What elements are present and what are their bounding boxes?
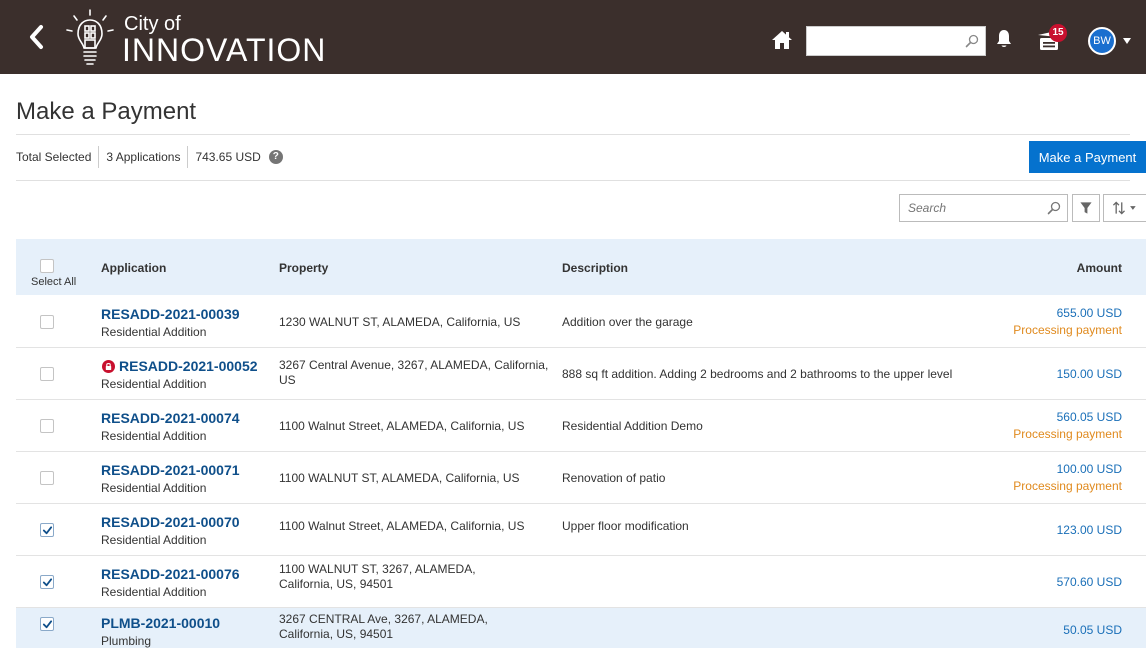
property-address: 1100 WALNUT ST, 3267, ALAMEDA, Californi… <box>279 562 476 591</box>
help-icon[interactable]: ? <box>268 150 283 164</box>
summary-label: Total Selected <box>16 150 92 164</box>
row-checkbox[interactable] <box>40 471 54 485</box>
table-row[interactable]: RESADD-2021-00039 Residential Addition 1… <box>16 296 1146 348</box>
summary-total: 743.65 USD <box>195 150 261 164</box>
logo-text-large: INNOVATION <box>122 32 327 68</box>
search-icon[interactable] <box>1047 201 1061 215</box>
sort-icon <box>1112 201 1136 215</box>
property-address: 1100 Walnut Street, ALAMEDA, California,… <box>279 519 525 533</box>
application-type: Residential Addition <box>101 377 207 391</box>
application-link[interactable]: RESADD-2021-00071 <box>101 462 240 478</box>
checkmark-icon <box>42 578 53 587</box>
amount-value: 655.00 USD <box>1056 306 1122 320</box>
select-all-checkbox[interactable] <box>40 259 54 273</box>
property-address: 1100 Walnut Street, ALAMEDA, California,… <box>279 419 525 433</box>
table-search-field[interactable] <box>899 194 1068 222</box>
app-header: City of INNOVATION 15 BW <box>0 0 1146 74</box>
amount-value: 150.00 USD <box>1056 367 1122 381</box>
header-search-field[interactable] <box>806 26 986 56</box>
row-checkbox[interactable] <box>40 315 54 329</box>
property-address: 3267 CENTRAL Ave, 3267, ALAMEDA, Califor… <box>279 612 488 641</box>
table-row[interactable]: RESADD-2021-00071 Residential Addition 1… <box>16 452 1146 504</box>
application-link[interactable]: RESADD-2021-00052 <box>119 358 258 374</box>
application-link[interactable]: PLMB-2021-00010 <box>101 615 220 631</box>
bell-icon[interactable] <box>996 29 1012 49</box>
payment-summary: Total Selected 3 Applications 743.65 USD… <box>16 146 283 168</box>
select-all-label: Select All <box>31 276 77 288</box>
application-link[interactable]: RESADD-2021-00074 <box>101 410 240 426</box>
filter-icon <box>1080 202 1092 214</box>
application-type: Residential Addition <box>101 429 207 443</box>
row-checkbox-checked[interactable] <box>40 523 54 537</box>
application-description: 888 sq ft addition. Adding 2 bedrooms an… <box>562 367 953 381</box>
divider <box>16 180 1130 181</box>
home-icon[interactable] <box>771 30 793 50</box>
application-link[interactable]: RESADD-2021-00039 <box>101 306 240 322</box>
payment-status: Processing payment <box>1013 479 1122 493</box>
application-type: Residential Addition <box>101 585 207 599</box>
cart-count-badge: 15 <box>1049 24 1067 42</box>
back-chevron-icon[interactable] <box>26 24 48 50</box>
table-row[interactable]: RESADD-2021-00070 Residential Addition 1… <box>16 504 1146 556</box>
table-header: Select All Application Property Descript… <box>16 239 1146 295</box>
application-type: Plumbing <box>101 634 152 648</box>
property-address: 1100 WALNUT ST, ALAMEDA, California, US <box>279 471 520 485</box>
application-type: Residential Addition <box>101 325 207 339</box>
application-link[interactable]: RESADD-2021-00076 <box>101 566 240 582</box>
table-row[interactable]: RESADD-2021-00074 Residential Addition 1… <box>16 400 1146 452</box>
payment-status: Processing payment <box>1013 427 1122 441</box>
table-row[interactable]: RESADD-2021-00076 Residential Addition 1… <box>16 556 1146 608</box>
amount-value: 560.05 USD <box>1056 410 1122 424</box>
divider <box>16 134 1130 135</box>
lightbulb-logo-icon <box>66 9 114 65</box>
column-header-property[interactable]: Property <box>279 261 328 275</box>
column-header-description[interactable]: Description <box>562 261 628 275</box>
header-search-input[interactable] <box>807 27 957 55</box>
property-address: 3267 Central Avenue, 3267, ALAMEDA, Cali… <box>279 358 549 387</box>
application-description: Renovation of patio <box>562 471 666 485</box>
sort-button[interactable] <box>1103 194 1146 222</box>
row-checkbox[interactable] <box>40 367 54 381</box>
application-link[interactable]: RESADD-2021-00070 <box>101 514 240 530</box>
payment-status: Processing payment <box>1013 323 1122 337</box>
amount-value: 100.00 USD <box>1056 462 1122 476</box>
column-header-application[interactable]: Application <box>101 261 166 275</box>
filter-button[interactable] <box>1072 194 1100 222</box>
amount-value: 570.60 USD <box>1056 575 1122 589</box>
search-icon[interactable] <box>965 34 979 48</box>
table-row-selected[interactable]: PLMB-2021-00010 Plumbing 3267 CENTRAL Av… <box>16 608 1146 648</box>
amount-value: 50.05 USD <box>1063 623 1122 637</box>
application-description: Upper floor modification <box>562 519 689 533</box>
summary-applications: 3 Applications <box>106 150 181 164</box>
row-checkbox-checked[interactable] <box>40 575 54 589</box>
page-title: Make a Payment <box>16 98 197 125</box>
summary-separator <box>187 146 189 168</box>
table-row[interactable]: RESADD-2021-00052 Residential Addition 3… <box>16 348 1146 400</box>
make-payment-button[interactable]: Make a Payment <box>1029 141 1146 173</box>
row-checkbox-checked[interactable] <box>40 617 54 631</box>
amount-value: 123.00 USD <box>1056 523 1122 537</box>
checkmark-icon <box>42 526 53 535</box>
checkmark-icon <box>42 620 53 629</box>
user-menu-caret-icon[interactable] <box>1123 38 1131 44</box>
lock-icon <box>102 360 115 373</box>
application-description: Residential Addition Demo <box>562 419 703 433</box>
application-description: Addition over the garage <box>562 315 693 329</box>
summary-separator <box>98 146 100 168</box>
application-type: Residential Addition <box>101 481 207 495</box>
table-search-input[interactable] <box>900 195 1035 221</box>
row-checkbox[interactable] <box>40 419 54 433</box>
application-type: Residential Addition <box>101 533 207 547</box>
column-header-amount[interactable]: Amount <box>1077 261 1122 275</box>
property-address: 1230 WALNUT ST, ALAMEDA, California, US <box>279 315 521 329</box>
user-avatar[interactable]: BW <box>1088 27 1116 55</box>
